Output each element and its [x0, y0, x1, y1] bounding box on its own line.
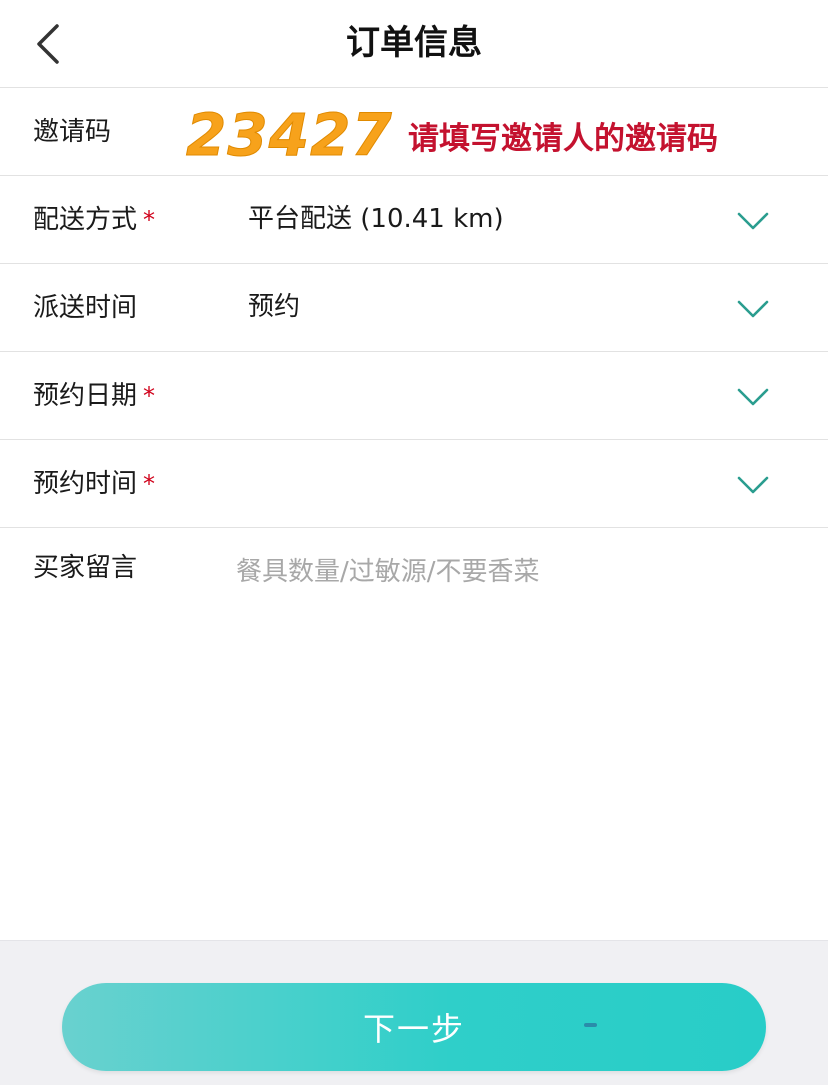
required-mark: *	[143, 206, 156, 234]
required-mark: *	[143, 382, 156, 410]
footer-bar: 下一步	[0, 940, 828, 1085]
reservation-time-row[interactable]: 预约时间 *	[0, 440, 828, 528]
header-bar: 订单信息	[0, 0, 828, 88]
delivery-method-row[interactable]: 配送方式 * 平台配送 (10.41 km)	[0, 176, 828, 264]
buyer-message-label: 买家留言	[33, 553, 138, 583]
chevron-down-icon[interactable]	[736, 379, 770, 413]
reservation-date-label: 预约日期 *	[33, 381, 156, 411]
reservation-time-label: 预约时间 *	[33, 469, 156, 499]
page-title: 订单信息	[346, 23, 482, 63]
button-mark	[584, 1023, 597, 1027]
delivery-time-row[interactable]: 派送时间 预约	[0, 264, 828, 352]
buyer-message-input[interactable]	[236, 548, 796, 596]
delivery-method-label: 配送方式 *	[33, 205, 156, 235]
invite-code-note: 请填写邀请人的邀请码	[408, 121, 718, 157]
invite-code-label: 邀请码	[33, 117, 112, 147]
reservation-date-row[interactable]: 预约日期 *	[0, 352, 828, 440]
required-mark: *	[143, 470, 156, 498]
delivery-time-value: 预约	[248, 292, 301, 322]
chevron-down-icon[interactable]	[736, 203, 770, 237]
chevron-down-icon[interactable]	[736, 467, 770, 501]
chevron-down-icon[interactable]	[736, 291, 770, 325]
next-step-button[interactable]: 下一步	[62, 983, 766, 1071]
delivery-method-value: 平台配送 (10.41 km)	[248, 204, 504, 234]
delivery-time-label: 派送时间	[33, 293, 138, 323]
invite-code-value: 23427	[186, 101, 393, 169]
